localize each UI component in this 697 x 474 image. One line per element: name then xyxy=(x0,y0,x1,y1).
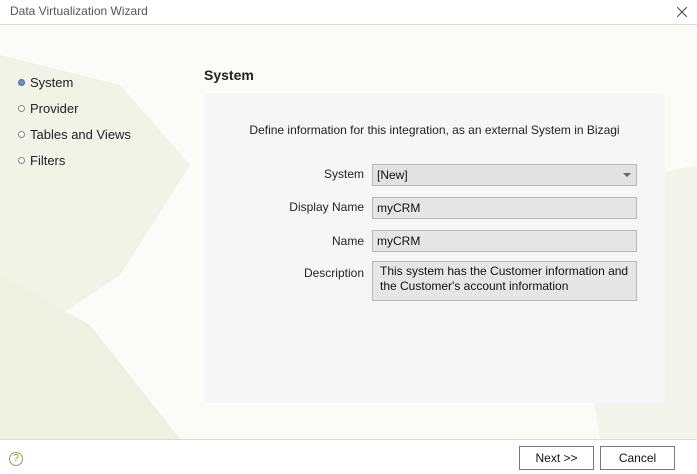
display-name-value: myCRM xyxy=(377,201,421,215)
intro-text: Define information for this integration,… xyxy=(249,123,620,137)
help-icon[interactable]: ? xyxy=(9,452,23,466)
step-bullet-icon xyxy=(18,130,25,138)
step-label: Provider xyxy=(30,100,79,116)
window-title: Data Virtualization Wizard xyxy=(10,4,148,18)
system-select[interactable]: [New] xyxy=(372,164,637,186)
step-bullet-icon xyxy=(18,78,25,86)
form-panel: Define information for this integration,… xyxy=(204,93,665,403)
wizard-footer: ? Next >> Cancel xyxy=(0,439,697,474)
close-icon xyxy=(677,7,687,17)
chevron-down-icon xyxy=(623,173,631,177)
title-bar: Data Virtualization Wizard xyxy=(0,0,697,25)
close-button[interactable] xyxy=(667,0,697,24)
display-name-field[interactable]: myCRM xyxy=(372,197,637,219)
step-bullet-icon xyxy=(18,156,25,164)
step-tables-and-views[interactable]: Tables and Views xyxy=(18,121,188,147)
step-provider[interactable]: Provider xyxy=(18,95,188,121)
name-field[interactable]: myCRM xyxy=(372,230,637,252)
description-label: Description xyxy=(303,266,364,280)
wizard-steps: System Provider Tables and Views Filters xyxy=(18,69,188,173)
step-bullet-icon xyxy=(18,104,25,112)
step-label: Filters xyxy=(30,152,66,168)
wizard-content: System Provider Tables and Views Filters… xyxy=(0,25,697,439)
step-label: Tables and Views xyxy=(30,126,131,142)
system-label: System xyxy=(323,167,364,181)
section-title: System xyxy=(204,67,254,83)
description-line: This system has the Customer information… xyxy=(380,264,629,278)
step-label: System xyxy=(30,74,74,90)
next-button[interactable]: Next >> xyxy=(519,446,594,470)
description-field[interactable]: This system has the Customer information… xyxy=(372,261,637,301)
step-system[interactable]: System xyxy=(18,69,188,95)
system-select-value: [New] xyxy=(377,168,408,182)
name-value: myCRM xyxy=(377,234,421,248)
name-label: Name xyxy=(331,234,364,248)
step-filters[interactable]: Filters xyxy=(18,147,188,173)
display-name-label: Display Name xyxy=(289,200,364,214)
description-line: the Customer's account information xyxy=(380,279,569,293)
cancel-button[interactable]: Cancel xyxy=(600,446,675,470)
